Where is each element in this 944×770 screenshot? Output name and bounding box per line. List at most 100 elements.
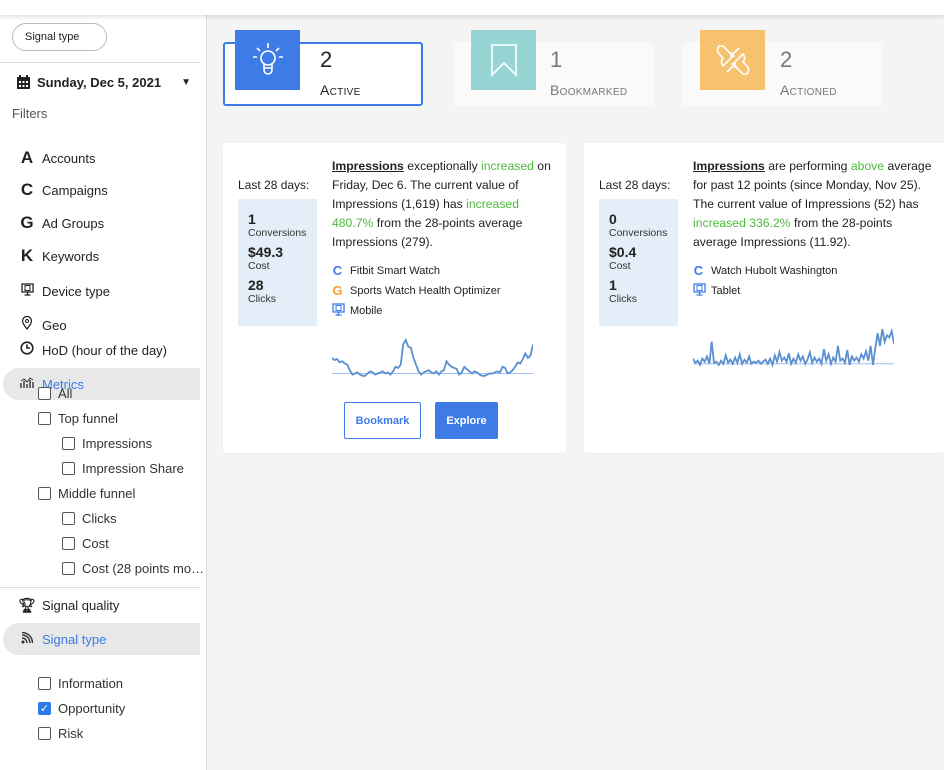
- meta-label: Sports Watch Health Optimizer: [350, 284, 501, 297]
- sidebar-item-campaigns[interactable]: C Campaigns: [0, 175, 200, 205]
- checkbox[interactable]: [62, 512, 75, 525]
- sidebar-item-label: Signal type: [42, 631, 107, 647]
- clock-icon: [16, 340, 38, 360]
- metric-checkbox[interactable]: All: [38, 386, 72, 401]
- stats-panel: 0 Conversions $0.4 Cost 1 Clicks: [599, 199, 678, 326]
- actioned-icon: [700, 30, 765, 90]
- letter-c-icon: C: [20, 180, 34, 199]
- bookmark-button[interactable]: Bookmark: [344, 402, 421, 439]
- sidebar: Signal type Sunday, Dec 5, 2021 ▼ Filter…: [0, 15, 207, 770]
- metric-link[interactable]: Impressions: [332, 159, 404, 173]
- sidebar-item-ad[interactable]: G Ad Groups: [0, 208, 200, 238]
- signal-meta-item: G Sports Watch Health Optimizer: [332, 283, 501, 298]
- desc-text: exceptionally: [403, 159, 482, 173]
- cost-label: Cost: [609, 260, 631, 272]
- sidebar-item-label: Device type: [42, 283, 110, 299]
- sidebar-item-metrics[interactable]: Metrics: [3, 368, 200, 400]
- metric-checkbox[interactable]: Cost: [62, 536, 109, 551]
- checkbox[interactable]: [38, 487, 51, 500]
- meta-label: Fitbit Smart Watch: [350, 264, 441, 277]
- metric-checkbox[interactable]: Cost (28 points mo…: [62, 561, 204, 576]
- explore-button[interactable]: Explore: [435, 402, 498, 439]
- device-icon: [16, 281, 38, 301]
- checkbox[interactable]: [38, 677, 51, 690]
- status-label: Actioned: [780, 82, 837, 98]
- clicks-label: Clicks: [248, 293, 276, 305]
- checkbox[interactable]: [62, 437, 75, 450]
- sidebar-item-device[interactable]: Device type: [0, 276, 200, 306]
- signal-type-checkbox[interactable]: ✓ Opportunity: [38, 701, 125, 716]
- conversions-value: 0: [609, 211, 617, 227]
- checkbox-label: Cost: [82, 536, 109, 551]
- calendar-icon: [17, 75, 30, 89]
- checkbox[interactable]: [38, 727, 51, 740]
- date-picker[interactable]: Sunday, Dec 5, 2021 ▼: [16, 75, 191, 90]
- period-label: Last 28 days:: [238, 178, 310, 192]
- checkbox[interactable]: [38, 387, 51, 400]
- sidebar-item-signal-quality[interactable]: 🏆︎ Signal quality: [0, 590, 200, 620]
- checkbox-label: Middle funnel: [58, 486, 136, 501]
- signal-meta-item: C Watch Hubolt Washington: [693, 263, 838, 278]
- bookmark-icon: [471, 30, 536, 90]
- period-label: Last 28 days:: [599, 178, 671, 192]
- conversions-label: Conversions: [609, 227, 668, 239]
- lightbulb-icon: [235, 30, 300, 90]
- signal-description: Impressions are performing above average…: [693, 157, 938, 252]
- conversions-label: Conversions: [248, 227, 307, 239]
- letter-c-icon: C: [332, 263, 343, 278]
- sidebar-item-hod[interactable]: HoD (hour of the day): [0, 335, 200, 365]
- sparkline-series: [332, 337, 533, 377]
- change-percent: increased 336.2%: [693, 216, 791, 230]
- checkbox-label: All: [58, 386, 73, 401]
- sidebar-item-label: Keywords: [42, 248, 100, 264]
- signal-type-checkbox[interactable]: Information: [38, 676, 123, 691]
- metric-link[interactable]: Impressions: [693, 159, 765, 173]
- sidebar-item-accounts[interactable]: A Accounts: [0, 143, 200, 173]
- cost-label: Cost: [248, 260, 270, 272]
- device-icon: [332, 303, 345, 319]
- checkbox-label: Risk: [58, 726, 84, 741]
- device-icon: [693, 283, 706, 299]
- meta-label: Tablet: [711, 285, 741, 297]
- signal-card: Last 28 days: 1 Conversions $49.3 Cost 28 C…: [223, 143, 566, 453]
- rss-icon: [16, 631, 38, 647]
- checkbox[interactable]: [62, 562, 75, 575]
- checkbox[interactable]: [38, 412, 51, 425]
- chart-icon: [16, 376, 38, 392]
- checkbox-label: Impression Share: [82, 461, 184, 476]
- metric-checkbox[interactable]: Top funnel: [38, 411, 118, 426]
- checkbox[interactable]: [62, 537, 75, 550]
- sidebar-item-label: Accounts: [42, 150, 96, 166]
- checkbox[interactable]: [62, 462, 75, 475]
- metric-checkbox[interactable]: Impressions: [62, 436, 152, 451]
- checkbox-label: Cost (28 points mo…: [82, 561, 205, 576]
- status-label: Active: [320, 82, 361, 98]
- trend-word: increased: [481, 159, 534, 173]
- filters-heading: Filters: [12, 106, 48, 121]
- signal-card: Last 28 days: 0 Conversions $0.4 Cost 1 Cli…: [584, 143, 944, 453]
- signal-description: Impressions exceptionally increased on F…: [332, 157, 560, 252]
- sidebar-item-keywords[interactable]: K Keywords: [0, 241, 200, 271]
- conversions-value: 1: [248, 211, 256, 227]
- signal-type-checkbox[interactable]: Risk: [38, 726, 83, 741]
- clicks-value: 1: [609, 277, 617, 293]
- checkbox-label: Information: [58, 676, 124, 691]
- signal-type-chip[interactable]: Signal type: [12, 23, 107, 51]
- metric-checkbox[interactable]: Clicks: [62, 511, 117, 526]
- metric-checkbox[interactable]: Middle funnel: [38, 486, 135, 501]
- trend-word: above: [850, 159, 885, 173]
- sidebar-item-label: Ad Groups: [42, 215, 105, 231]
- checkbox-label: Top funnel: [58, 411, 118, 426]
- checkbox-label: Opportunity: [58, 701, 126, 716]
- top-bar: [0, 0, 944, 15]
- sidebar-item-label: Signal quality: [42, 597, 120, 613]
- meta-label: Mobile: [350, 305, 383, 317]
- desc-text: are performing: [764, 159, 851, 173]
- checkbox[interactable]: ✓: [38, 702, 51, 715]
- clicks-label: Clicks: [609, 293, 637, 305]
- sidebar-item-signal-type[interactable]: Signal type: [3, 623, 200, 655]
- location-pin-icon: [16, 315, 38, 335]
- letter-a-icon: A: [20, 148, 34, 167]
- metric-checkbox[interactable]: Impression Share: [62, 461, 184, 476]
- letter-g-icon: G: [20, 213, 34, 232]
